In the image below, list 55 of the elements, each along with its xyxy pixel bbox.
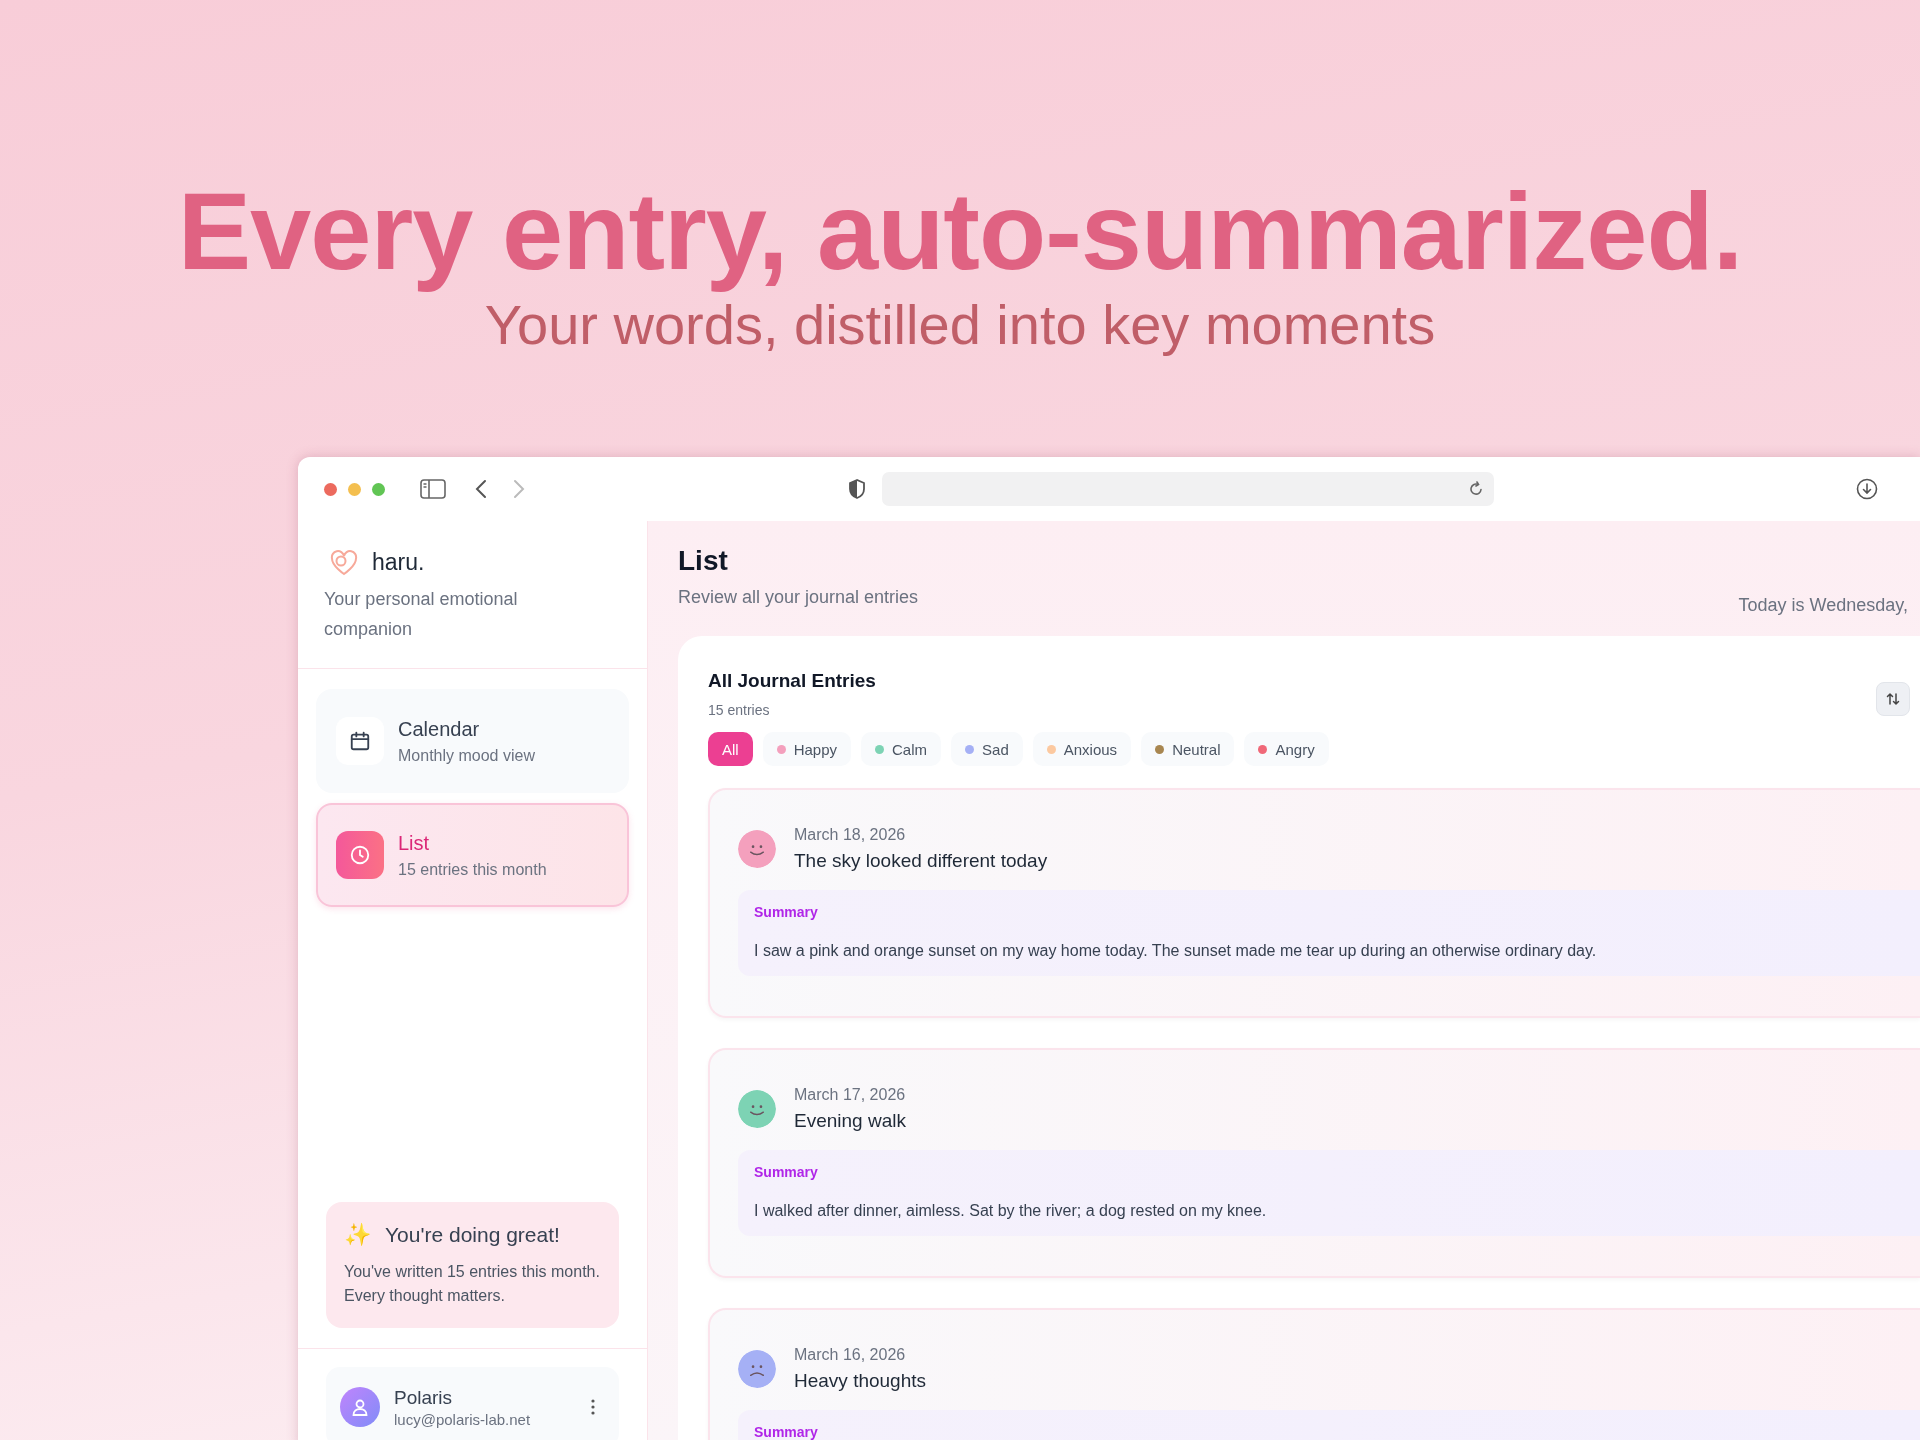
nav-subtitle: Monthly mood view xyxy=(398,746,535,765)
user-card[interactable]: Polaris lucy@polaris-lab.net xyxy=(326,1367,619,1440)
sparkle-icon: ✨ xyxy=(344,1222,371,1248)
nav-title: List xyxy=(398,831,431,855)
back-icon[interactable] xyxy=(474,479,488,499)
encouragement-title: You're doing great! xyxy=(385,1223,560,1247)
entry-date: March 18, 2026 xyxy=(794,826,907,844)
filter-chip[interactable]: Neutral xyxy=(1141,732,1235,766)
filter-chip[interactable]: All xyxy=(708,732,753,766)
sidebar-toggle-icon[interactable] xyxy=(420,479,446,499)
card-title: All Journal Entries xyxy=(708,670,876,692)
entry-date: March 17, 2026 xyxy=(794,1086,906,1104)
reload-icon[interactable] xyxy=(1468,481,1484,497)
page-subtitle: Review all your journal entries xyxy=(678,587,919,608)
summary-label: Summary xyxy=(754,904,819,920)
download-icon[interactable] xyxy=(1856,478,1878,500)
summary-label: Summary xyxy=(754,1164,819,1180)
entry-title: The sky looked different today xyxy=(794,850,1048,872)
today-text: Today is Wednesday, xyxy=(1738,595,1908,616)
sort-icon xyxy=(1886,692,1900,706)
avatar-icon xyxy=(340,1387,380,1427)
nav-item[interactable]: List 15 entries this month xyxy=(316,803,629,907)
entry-title: Heavy thoughts xyxy=(794,1370,927,1392)
clock-icon xyxy=(349,844,371,866)
sort-button[interactable] xyxy=(1876,682,1910,716)
nav-title: Calendar xyxy=(398,717,481,741)
headline: Every entry, auto-summarized. xyxy=(177,170,1743,291)
filter-chip[interactable]: Angry xyxy=(1244,732,1329,766)
close-button[interactable] xyxy=(324,482,337,496)
entry-title: Evening walk xyxy=(794,1110,906,1132)
summary-text: I saw a pink and orange sunset on my way home today. The sunset made me tear up during an otherwise ordinary day. xyxy=(754,942,1598,960)
calendar-icon xyxy=(349,730,371,752)
nav-subtitle: 15 entries this month xyxy=(398,860,547,879)
filter-chip[interactable]: Happy xyxy=(762,732,852,766)
tagline: Your personal emotional companion xyxy=(324,588,519,641)
shield-icon[interactable] xyxy=(848,479,866,499)
app-name: haru. xyxy=(372,549,425,576)
filter-chip[interactable]: Anxious xyxy=(1032,732,1132,766)
user-name: Polaris xyxy=(394,1386,454,1409)
entry-card[interactable]: March 18, 2026 The sky looked different today Summary I saw a pink and orange sunset on my way home today. The sunset made me tear up during an otherwise ordinary day. xyxy=(708,788,1920,1018)
heart-icon xyxy=(330,549,358,576)
user-email: lucy@polaris-lab.net xyxy=(394,1410,531,1428)
page-title: List xyxy=(678,545,729,577)
summary-label: Summary xyxy=(754,1424,819,1440)
summary-text: I walked after dinner, aimless. Sat by the river; a dog rested on my knee. xyxy=(754,1202,1268,1220)
filter-chip[interactable]: Calm xyxy=(861,732,942,766)
filter-chip[interactable]: Sad xyxy=(951,732,1023,766)
more-icon[interactable] xyxy=(591,1399,595,1415)
entry-count: 15 entries xyxy=(708,702,771,718)
nav-item[interactable]: Calendar Monthly mood view xyxy=(316,689,629,793)
subheadline: Your words, distilled into key moments xyxy=(484,292,1436,358)
entry-card[interactable]: March 17, 2026 Evening walk Summary I walked after dinner, aimless. Sat by the river; a dog rested on my knee. xyxy=(708,1048,1920,1278)
entry-card[interactable]: March 16, 2026 Heavy thoughts Summary xyxy=(708,1308,1920,1440)
encouragement-text: You've written 15 entries this month. Every thought matters. xyxy=(344,1262,601,1306)
entry-date: March 16, 2026 xyxy=(794,1346,907,1364)
